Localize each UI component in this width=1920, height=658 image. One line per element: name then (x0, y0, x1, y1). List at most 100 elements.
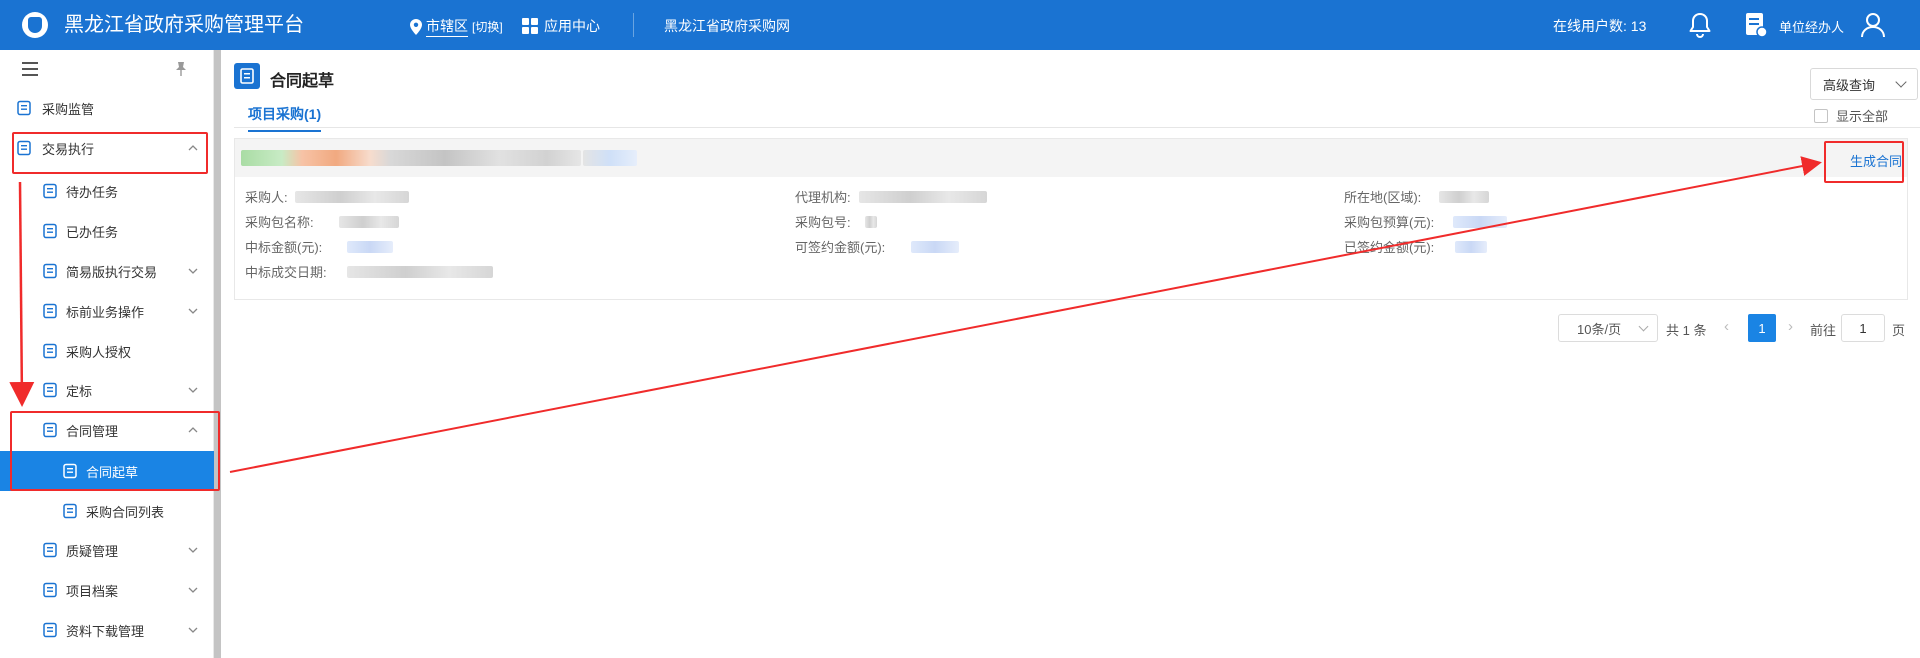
advanced-search-label: 高级查询 (1823, 77, 1876, 93)
chevron-down-icon (188, 547, 198, 553)
task-done-icon (43, 223, 57, 239)
sidebar-item-2[interactable]: 待办任务 (0, 171, 214, 211)
tab-project-procurement[interactable]: 项目采购(1) (248, 104, 322, 132)
redacted-value (1453, 216, 1507, 228)
redacted-project-title (241, 150, 581, 166)
sidebar-item-label: 采购监管 (42, 101, 95, 117)
sidebar-scrollbar[interactable] (214, 50, 221, 658)
menu-toggle-icon[interactable] (22, 62, 38, 76)
redacted-value (911, 241, 959, 253)
redacted-value (347, 266, 493, 278)
percent-circle-icon (43, 263, 57, 279)
redacted-value (865, 216, 877, 228)
project-card: 生成合同 采购人: 代理机构: 所在地(区域): 采购包名称: 采购包号: 采购… (234, 138, 1908, 300)
field-deal-date-label: 中标成交日期: (245, 265, 327, 280)
shield-check-icon (17, 100, 31, 116)
sidebar-item-3[interactable]: 已办任务 (0, 211, 214, 251)
chevron-down-icon (188, 627, 198, 633)
app-title: 黑龙江省政府采购管理平台 (64, 14, 304, 36)
edit-square-icon (43, 382, 57, 398)
sidebar-toolbar (0, 50, 214, 88)
sidebar-item-label: 简易版执行交易 (66, 264, 158, 280)
redacted-value (859, 191, 987, 203)
show-all-toggle[interactable]: 显示全部 (1814, 106, 1888, 125)
procurement-site-link[interactable]: 黑龙江省政府采购网 (664, 16, 790, 36)
location-pin-icon (410, 18, 422, 35)
chevron-down-icon (1895, 76, 1907, 88)
contract-icon (234, 63, 260, 89)
sidebar-item-1[interactable]: 交易执行 (0, 128, 214, 168)
goto-label: 前往 (1810, 323, 1837, 338)
document-user-icon[interactable] (1745, 12, 1767, 38)
cart-icon (43, 303, 57, 319)
redacted-project-code (583, 150, 637, 166)
sidebar-item-12[interactable]: 项目档案 (0, 570, 214, 610)
page-size-label: 10条/页 (1577, 321, 1622, 337)
sidebar-item-label: 项目档案 (66, 583, 119, 599)
show-all-checkbox[interactable] (1814, 108, 1828, 123)
contract-icon (63, 463, 77, 479)
sidebar-item-7[interactable]: 定标 (0, 370, 214, 410)
main-content: 合同起草 高级查询 项目采购(1) 显示全部 生成合同 采购人: 代理机构: 所… (222, 50, 1920, 658)
task-todo-icon (43, 183, 57, 199)
region-selector[interactable]: 市辖区 [切换] (410, 16, 503, 37)
total-count: 共 1 条 (1666, 323, 1707, 338)
redacted-value (1439, 191, 1489, 203)
page-header: 合同起草 高级查询 (234, 60, 1920, 100)
chevron-up-icon (188, 145, 198, 151)
page-number-current[interactable]: 1 (1748, 314, 1776, 342)
sidebar-item-label: 采购人授权 (66, 344, 132, 360)
generate-contract-link[interactable]: 生成合同 (1850, 151, 1902, 170)
next-page-icon[interactable]: › (1788, 318, 1793, 335)
sidebar-item-label: 定标 (66, 383, 93, 399)
sidebar-item-8[interactable]: 合同管理 (0, 410, 214, 450)
region-switch-link[interactable]: [切换] (472, 18, 503, 35)
user-circle-icon (43, 582, 57, 598)
sidebar-item-0[interactable]: 采购监管 (0, 88, 214, 128)
grid-icon (522, 18, 538, 34)
redacted-value (1455, 241, 1487, 253)
sidebar: 采购监管交易执行待办任务已办任务简易版执行交易标前业务操作采购人授权定标合同管理… (0, 50, 214, 658)
sidebar-item-4[interactable]: 简易版执行交易 (0, 251, 214, 291)
bell-icon[interactable] (1688, 12, 1712, 38)
chevron-down-icon (188, 308, 198, 314)
sidebar-item-label: 合同管理 (66, 423, 119, 439)
sidebar-item-9[interactable]: 合同起草 (0, 451, 214, 491)
advanced-search-button[interactable]: 高级查询 (1810, 68, 1918, 100)
sidebar-item-label: 待办任务 (66, 184, 119, 200)
sidebar-item-5[interactable]: 标前业务操作 (0, 291, 214, 331)
shield-user-icon (43, 343, 57, 359)
page-title: 合同起草 (270, 73, 335, 90)
region-label[interactable]: 市辖区 (426, 16, 468, 37)
top-header: 黑龙江省政府采购管理平台 市辖区 [切换] 应用中心 黑龙江省政府采购网 在线用… (0, 0, 1920, 50)
field-bid-amount-label: 中标金额(元): (245, 240, 323, 255)
sidebar-item-10[interactable]: 采购合同列表 (0, 491, 214, 531)
clipboard-icon (17, 140, 31, 156)
link-icon (43, 622, 57, 638)
page-unit-label: 页 (1892, 323, 1906, 338)
prev-page-icon[interactable]: ‹ (1724, 318, 1729, 335)
chevron-down-icon (188, 387, 198, 393)
pin-icon[interactable] (174, 61, 188, 77)
person-icon[interactable] (1860, 12, 1886, 38)
goto-page-input[interactable] (1841, 314, 1885, 342)
tab-bar: 项目采购(1) (234, 100, 1920, 132)
field-signed-amount-label: 已签约金额(元): (1344, 240, 1435, 255)
sidebar-item-6[interactable]: 采购人授权 (0, 331, 214, 371)
chevron-down-icon (1638, 321, 1649, 332)
logo-icon (22, 12, 48, 38)
sidebar-item-13[interactable]: 资料下载管理 (0, 610, 214, 650)
sidebar-item-11[interactable]: 质疑管理 (0, 530, 214, 570)
app-center-link[interactable]: 应用中心 (522, 16, 600, 36)
field-package-budget-label: 采购包预算(元): (1344, 215, 1435, 230)
page-size-select[interactable]: 10条/页 (1558, 314, 1658, 342)
field-purchaser-label: 采购人: (245, 190, 288, 205)
card-header: 生成合同 (235, 139, 1907, 177)
redacted-value (339, 216, 399, 228)
sidebar-item-label: 已办任务 (66, 224, 119, 240)
user-role-label[interactable]: 单位经办人 (1779, 17, 1844, 36)
sidebar-item-label: 采购合同列表 (86, 504, 165, 520)
redacted-value (295, 191, 409, 203)
field-signable-amount-label: 可签约金额(元): (795, 240, 886, 255)
field-package-no-label: 采购包号: (795, 215, 851, 230)
